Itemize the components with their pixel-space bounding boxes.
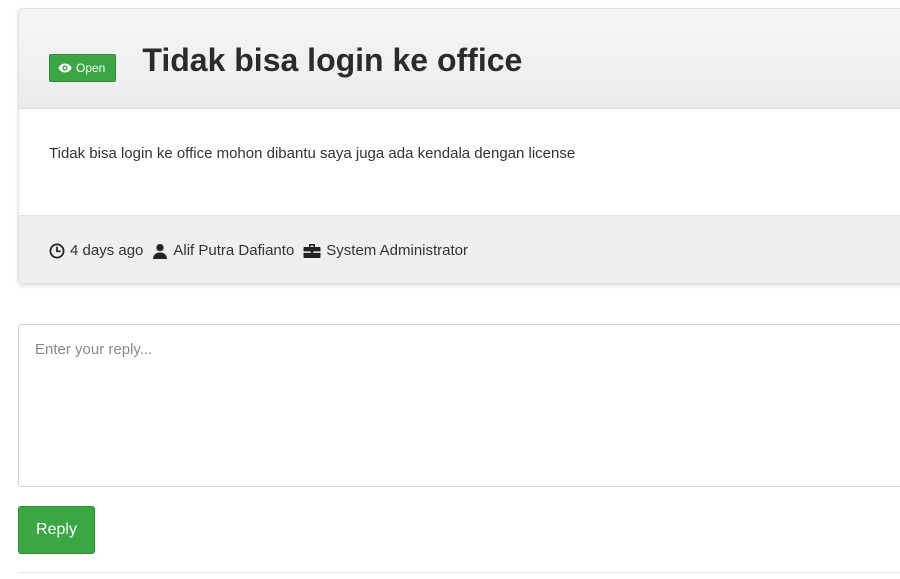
reply-input[interactable] bbox=[18, 324, 900, 487]
divider bbox=[18, 572, 900, 573]
ticket-card: Open Tidak bisa login ke office Tidak bi… bbox=[18, 8, 900, 284]
ticket-header: Open Tidak bisa login ke office bbox=[19, 9, 900, 109]
ticket-meta: 4 days ago Alif Putra Dafianto System Ad… bbox=[19, 215, 900, 283]
ticket-body: Tidak bisa login ke office mohon dibantu… bbox=[19, 109, 900, 215]
ticket-author-label: Alif Putra Dafianto bbox=[173, 242, 295, 259]
ticket-author: Alif Putra Dafianto bbox=[152, 242, 294, 259]
eye-icon bbox=[58, 63, 72, 73]
status-label: Open bbox=[76, 60, 106, 75]
ticket-role-label: System Administrator bbox=[326, 242, 469, 259]
reply-button[interactable]: Reply bbox=[18, 506, 95, 554]
clock-icon bbox=[49, 243, 65, 259]
briefcase-icon bbox=[303, 243, 321, 259]
user-icon bbox=[152, 243, 168, 259]
ticket-description: Tidak bisa login ke office mohon dibantu… bbox=[49, 145, 576, 162]
ticket-time: 4 days ago bbox=[49, 242, 143, 259]
ticket-time-label: 4 days ago bbox=[70, 242, 144, 259]
ticket-page: Open Tidak bisa login ke office Tidak bi… bbox=[0, 0, 900, 579]
status-badge: Open bbox=[49, 53, 117, 82]
ticket-title: Tidak bisa login ke office bbox=[142, 42, 523, 78]
ticket-role: System Administrator bbox=[303, 242, 468, 259]
